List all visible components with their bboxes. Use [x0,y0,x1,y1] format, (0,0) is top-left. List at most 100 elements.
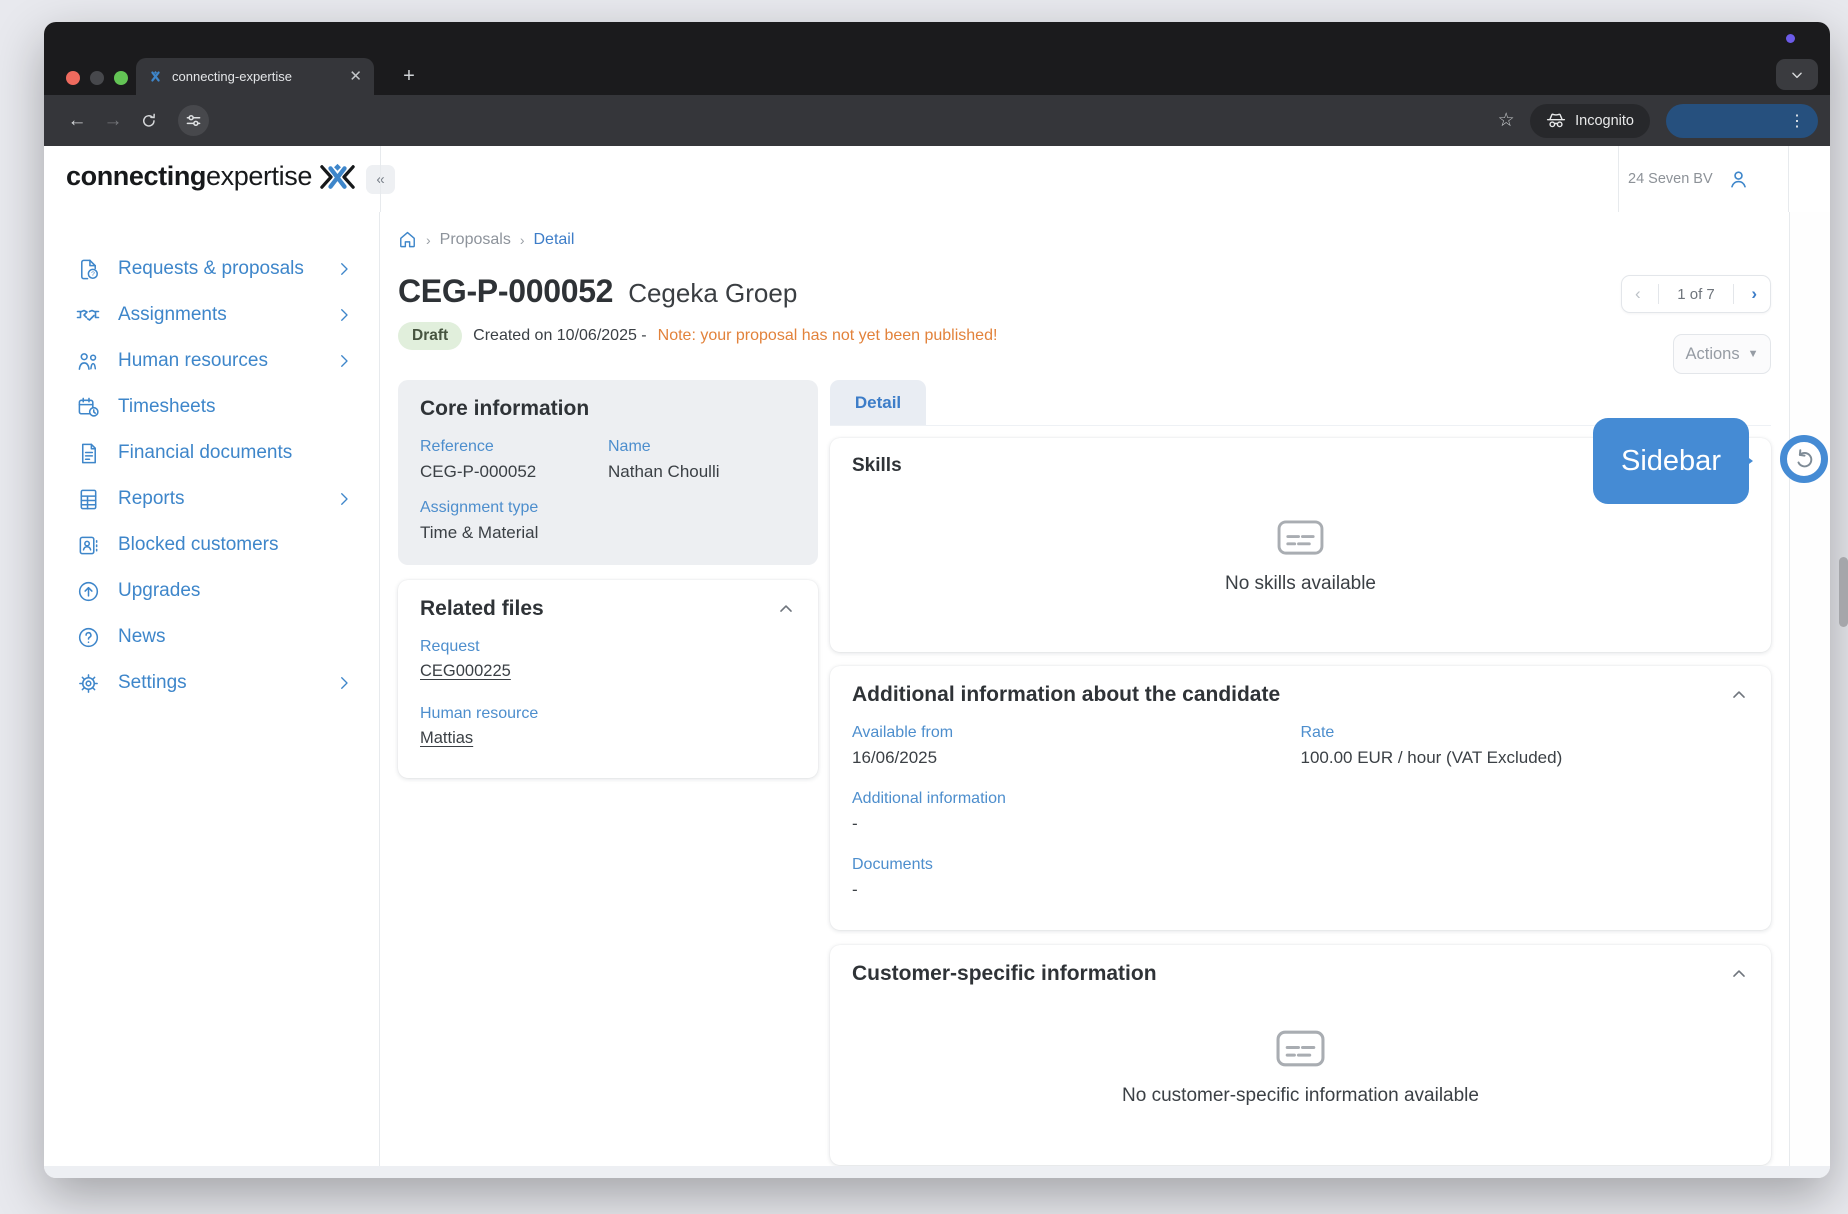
actions-button[interactable]: Actions ▼ [1673,334,1771,374]
sidebar-item-label: Upgrades [118,580,353,602]
zoom-window-button[interactable] [114,71,128,85]
tab-detail[interactable]: Detail [830,380,926,425]
sidebar-item-label: Requests & proposals [118,258,317,280]
pager-prev-icon[interactable]: ‹ [1635,284,1641,304]
sidebar-item-timesheets[interactable]: Timesheets [44,384,379,430]
sidebar-item-reports[interactable]: Reports [44,476,379,522]
request-link[interactable]: CEG000225 [420,662,796,681]
pager-next-icon[interactable]: › [1751,284,1757,304]
documents-field: Documents - [852,856,1749,900]
reference-field: Reference CEG-P-000052 [420,438,608,482]
sidebar-item-label: Blocked customers [118,534,353,556]
rate-value: 100.00 EUR / hour (VAT Excluded) [1301,748,1750,768]
handshake-icon [76,303,100,327]
report-icon [76,488,100,511]
sidebar-item-assignments[interactable]: Assignments [44,292,379,338]
tab-close-icon[interactable]: ✕ [349,69,362,84]
logo-text-bold: connecting [66,161,206,192]
related-files-title: Related files [420,597,544,621]
page-title-row: CEG-P-000052 Cegeka Groep [398,273,1771,310]
home-icon[interactable] [398,230,417,249]
name-value: Nathan Choulli [608,462,796,482]
people-icon [76,350,100,373]
sidebar-item-label: Financial documents [118,442,353,464]
minimize-window-button[interactable] [90,71,104,85]
logo-text-light: expertise [206,161,312,192]
customer-specific-title: Customer-specific information [852,962,1157,986]
header-divider [380,146,381,212]
breadcrumb: › Proposals › Detail [398,230,1771,249]
search-tune-icon[interactable] [178,105,209,136]
company-switcher[interactable]: 24 Seven BV [1628,146,1750,212]
tab-search-button[interactable] [1776,59,1818,90]
incognito-label: Incognito [1575,113,1634,129]
reference-value: CEG-P-000052 [420,462,608,482]
empty-list-icon [1276,1028,1325,1069]
incognito-icon [1546,112,1566,129]
sidebar-item-label: News [118,626,353,648]
request-label: Request [420,638,796,656]
additional-information-label: Additional information [852,790,1749,808]
invoice-icon [76,442,100,465]
record-pager: ‹ 1 of 7 › [1621,275,1771,313]
chevron-right-icon [335,306,353,324]
created-text: Created on 10/06/2025 - [473,327,646,345]
collapse-chevron-up-icon[interactable] [1729,964,1749,984]
sidebar-tooltip: Sidebar [1593,418,1749,504]
human-resource-link[interactable]: Mattias [420,729,796,748]
additional-information-value: - [852,814,1749,834]
browser-tab[interactable]: connecting-expertise ✕ [136,58,374,95]
sidebar-item-requests-proposals[interactable]: ? Requests & proposals [44,246,379,292]
page-scrollbar-thumb[interactable] [1839,557,1848,627]
available-from-label: Available from [852,724,1301,742]
browser-titlebar: connecting-expertise ✕ + [44,22,1830,95]
back-button[interactable]: ← [64,108,90,134]
sidebar-item-blocked-customers[interactable]: Blocked customers [44,522,379,568]
assignment-type-field: Assignment type Time & Material [420,499,796,543]
close-window-button[interactable] [66,71,80,85]
chevron-right-icon [335,490,353,508]
sidebar-item-label: Settings [118,672,317,694]
customer-specific-empty-text: No customer-specific information availab… [1122,1085,1479,1107]
reload-button[interactable] [136,108,162,134]
reference-label: Reference [420,438,608,456]
sidebar-item-settings[interactable]: Settings [44,660,379,706]
rate-label: Rate [1301,724,1750,742]
unpublished-note: Note: your proposal has not yet been pub… [658,327,998,345]
app-header: connectingexpertise « 24 Seven BV [44,146,1830,213]
name-label: Name [608,438,796,456]
sidebar-item-human-resources[interactable]: Human resources [44,338,379,384]
capture-step-bubble[interactable] [1780,435,1828,483]
bookmark-star-icon[interactable]: ☆ [1492,107,1520,135]
sidebar-item-news[interactable]: News [44,614,379,660]
collapse-chevron-up-icon[interactable] [1729,685,1749,705]
gear-icon [76,672,100,695]
sidebar-item-label: Reports [118,488,317,510]
request-field: Request CEG000225 [420,638,796,681]
collapse-chevron-up-icon[interactable] [776,599,796,619]
chevron-right-icon [335,260,353,278]
undo-arrow-icon [1791,446,1817,472]
chevron-right-icon [335,352,353,370]
breadcrumb-separator: › [426,232,431,248]
document-question-icon: ? [76,258,100,281]
right-sidebar-gutter[interactable] [1789,212,1830,1166]
actions-label: Actions [1686,345,1740,364]
id-card-icon [76,534,100,557]
browser-menu-icon[interactable]: ⋮ [1789,111,1805,131]
available-from-field: Available from 16/06/2025 [852,724,1301,768]
documents-value: - [852,880,1749,900]
caret-down-icon: ▼ [1748,348,1759,360]
sidebar-item-financial-documents[interactable]: Financial documents [44,430,379,476]
status-row: Draft Created on 10/06/2025 - Note: your… [398,322,1771,350]
new-tab-button[interactable]: + [396,63,422,89]
forward-button[interactable]: → [100,108,126,134]
profile-pill[interactable]: ⋮ [1666,104,1818,138]
additional-information-field: Additional information - [852,790,1749,834]
traffic-lights [66,71,128,85]
sidebar-item-upgrades[interactable]: Upgrades [44,568,379,614]
left-sidebar: ? Requests & proposals Assignments Human… [44,212,380,1166]
breadcrumb-detail: Detail [534,231,575,249]
skills-empty-text: No skills available [1225,573,1376,595]
breadcrumb-proposals[interactable]: Proposals [440,231,511,249]
